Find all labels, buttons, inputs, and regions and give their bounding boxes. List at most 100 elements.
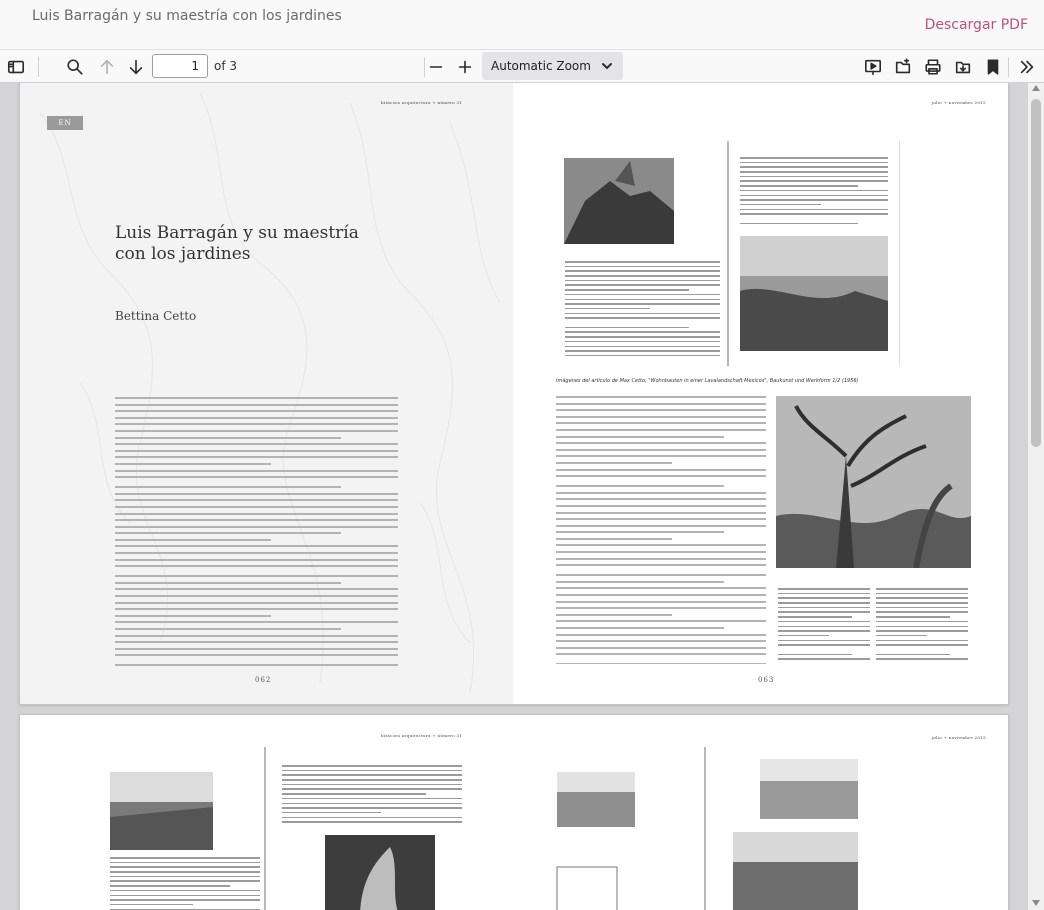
text-line bbox=[565, 354, 720, 356]
text-line bbox=[115, 397, 398, 399]
text-line bbox=[110, 889, 260, 892]
text-line bbox=[556, 531, 724, 534]
text-line bbox=[556, 633, 766, 636]
text-line bbox=[282, 779, 462, 781]
text-line bbox=[556, 415, 766, 418]
open-file-button[interactable] bbox=[889, 53, 917, 81]
double-chevron-icon bbox=[1020, 60, 1034, 74]
text-line bbox=[556, 607, 766, 610]
text-line bbox=[556, 544, 766, 547]
text-line bbox=[115, 545, 398, 548]
vertical-scrollbar[interactable] bbox=[1028, 83, 1044, 910]
text-line bbox=[115, 621, 398, 624]
text-line bbox=[876, 611, 968, 613]
article-body-text bbox=[115, 397, 398, 667]
text-line bbox=[115, 532, 342, 535]
text-line bbox=[876, 620, 968, 623]
text-line bbox=[740, 208, 888, 211]
text-line bbox=[740, 166, 888, 168]
text-line bbox=[778, 634, 829, 637]
page-number-input[interactable] bbox=[152, 54, 208, 78]
text-line bbox=[556, 627, 724, 629]
zoom-in-button[interactable] bbox=[451, 53, 479, 81]
reproduced-spread-image bbox=[90, 747, 480, 910]
zoom-out-button[interactable] bbox=[422, 53, 450, 81]
text-line bbox=[556, 600, 766, 603]
zoom-select[interactable]: Automatic Zoom bbox=[482, 52, 623, 80]
bookmark-button[interactable] bbox=[979, 53, 1007, 81]
text-line bbox=[115, 469, 398, 472]
presentation-mode-button[interactable] bbox=[859, 53, 887, 81]
spread-text-columns bbox=[740, 157, 888, 225]
text-line bbox=[740, 213, 888, 215]
text-line bbox=[110, 857, 260, 859]
find-button[interactable] bbox=[61, 53, 89, 81]
previous-page-button[interactable] bbox=[93, 53, 121, 81]
text-line bbox=[876, 634, 927, 637]
text-line bbox=[778, 606, 870, 609]
text-line bbox=[565, 336, 720, 338]
scroll-up-arrow-icon[interactable] bbox=[1032, 85, 1040, 91]
text-line bbox=[556, 455, 766, 458]
text-line bbox=[876, 625, 968, 627]
text-line bbox=[740, 171, 888, 173]
text-line bbox=[556, 511, 766, 514]
text-line bbox=[110, 875, 260, 878]
text-line bbox=[778, 644, 870, 646]
text-line bbox=[556, 564, 766, 567]
text-line bbox=[110, 899, 260, 901]
text-line bbox=[115, 456, 398, 459]
pdf-viewer[interactable]: bitácora arquitectura + número 31 EN Lui… bbox=[0, 83, 1044, 910]
print-icon bbox=[925, 59, 941, 75]
cactus-photo bbox=[776, 396, 971, 568]
text-line bbox=[565, 293, 720, 296]
text-line bbox=[565, 289, 689, 291]
print-button[interactable] bbox=[919, 53, 947, 81]
text-line bbox=[115, 595, 398, 598]
text-line bbox=[115, 492, 398, 495]
next-page-button[interactable] bbox=[122, 53, 150, 81]
tools-menu-button[interactable] bbox=[1013, 53, 1041, 81]
open-file-icon bbox=[895, 58, 911, 74]
text-line bbox=[565, 345, 720, 347]
text-line bbox=[115, 647, 398, 650]
text-line bbox=[778, 620, 870, 623]
page-number-right: 063 bbox=[758, 676, 775, 684]
text-line bbox=[556, 653, 766, 656]
text-line bbox=[556, 504, 766, 507]
scrollbar-thumb[interactable] bbox=[1031, 99, 1041, 447]
text-line bbox=[115, 436, 342, 439]
text-line bbox=[282, 807, 462, 809]
text-line bbox=[115, 525, 398, 528]
download-icon bbox=[955, 61, 971, 74]
text-line bbox=[115, 449, 398, 452]
inset-article-image bbox=[776, 570, 971, 665]
download-pdf-link[interactable]: Descargar PDF bbox=[925, 17, 1028, 33]
text-line bbox=[115, 654, 398, 657]
text-line bbox=[778, 597, 870, 599]
text-line bbox=[778, 639, 870, 642]
running-head-right: julio + noviembre 2015 bbox=[931, 100, 986, 105]
download-button[interactable] bbox=[949, 53, 977, 81]
text-line bbox=[556, 485, 724, 488]
text-line bbox=[556, 402, 766, 405]
text-line bbox=[115, 575, 398, 578]
text-line bbox=[282, 788, 462, 790]
article-author: Bettina Cetto bbox=[115, 309, 197, 323]
sidebar-toggle-button[interactable] bbox=[2, 53, 30, 81]
text-line bbox=[740, 199, 888, 201]
inset-text-columns bbox=[876, 588, 968, 663]
text-line bbox=[565, 265, 720, 268]
page-count-label: of 3 bbox=[214, 59, 238, 73]
text-line bbox=[110, 880, 260, 882]
text-line bbox=[876, 644, 968, 646]
text-line bbox=[876, 588, 968, 590]
text-line bbox=[115, 486, 342, 489]
text-line bbox=[778, 592, 870, 595]
text-line bbox=[740, 157, 888, 159]
text-line bbox=[565, 270, 720, 272]
text-line bbox=[556, 442, 766, 445]
text-line bbox=[110, 903, 193, 906]
scroll-down-arrow-icon[interactable] bbox=[1032, 900, 1040, 906]
text-line bbox=[556, 537, 672, 540]
